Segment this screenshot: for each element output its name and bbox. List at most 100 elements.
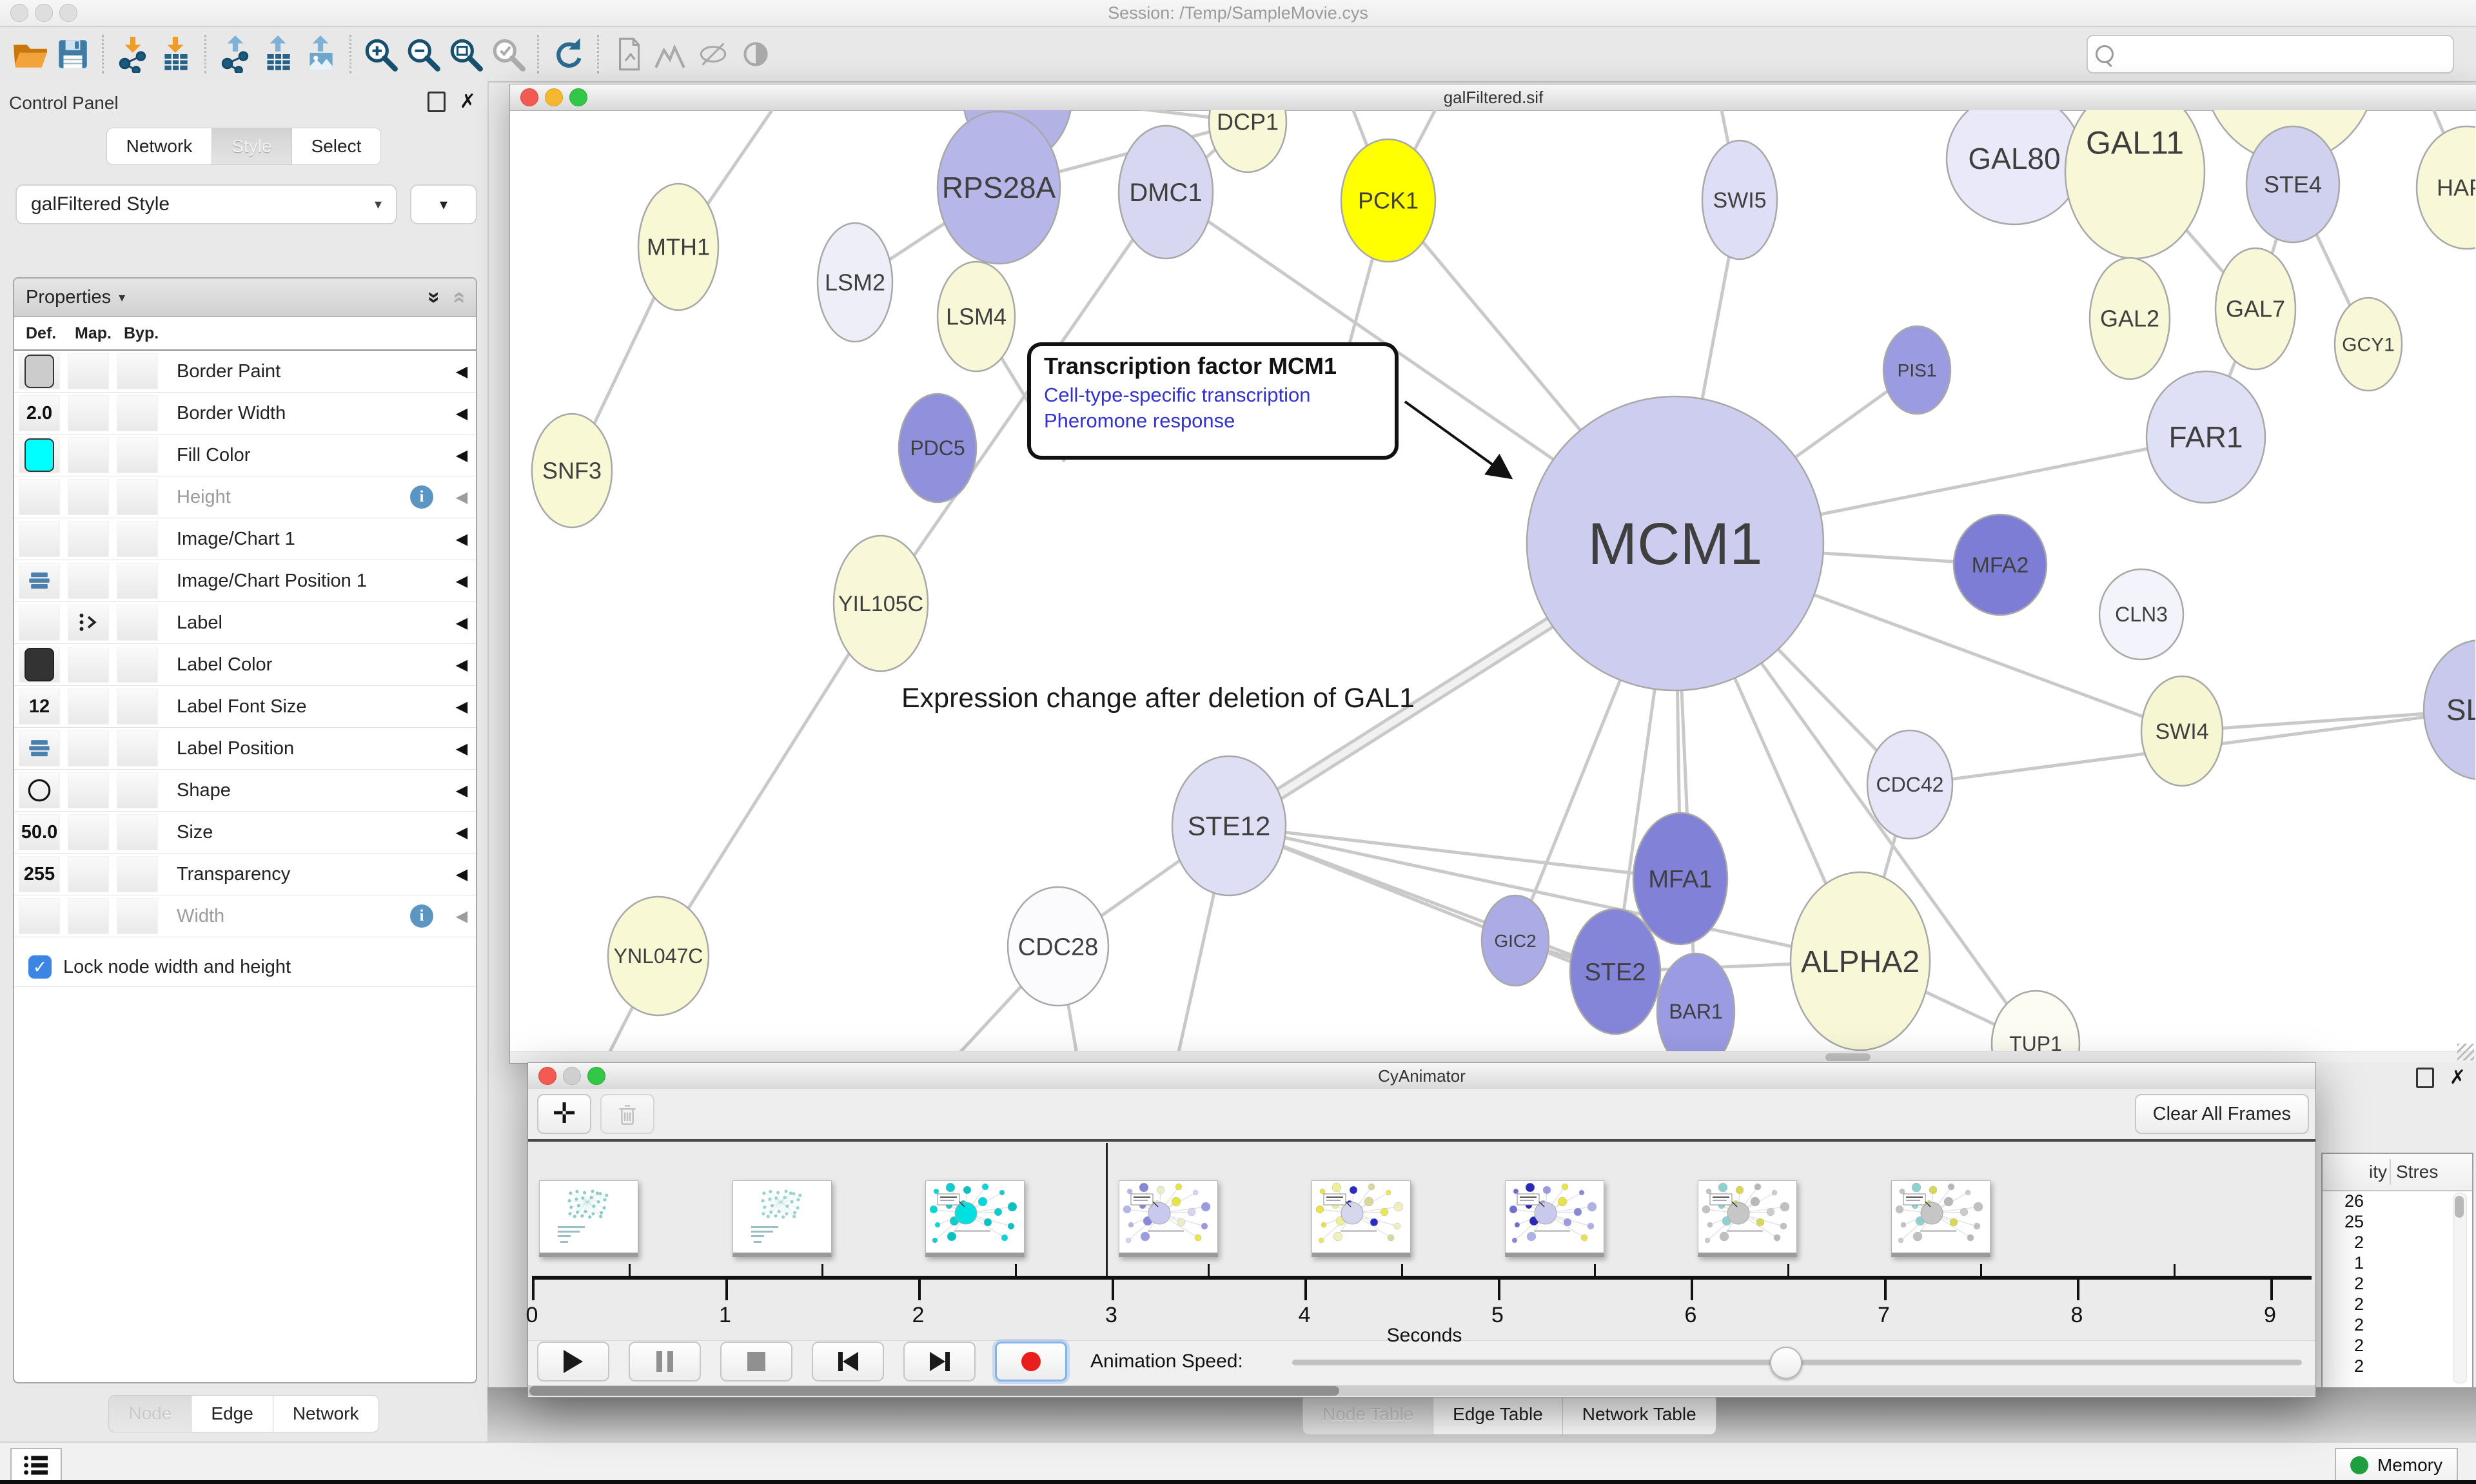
pause-button[interactable] [629,1342,701,1381]
record-button[interactable] [995,1342,1067,1381]
bypass-cell[interactable] [117,353,158,389]
mapping-cell[interactable] [68,395,109,431]
table-cell[interactable]: 2 [2323,1294,2449,1315]
property-row-transparency[interactable]: 255Transparency◀ [14,854,476,895]
tab-network[interactable]: Network [273,1395,379,1432]
bypass-cell[interactable] [117,898,158,934]
property-row-label[interactable]: Label◀ [14,602,476,644]
close-panel-icon[interactable]: ✗ [460,93,476,110]
export-network-button[interactable] [214,33,257,75]
export-image-button[interactable] [299,33,342,75]
hide-details-button[interactable] [692,33,734,75]
delete-frame-button[interactable] [600,1094,654,1134]
mapping-cell[interactable] [68,772,109,808]
default-value-cell[interactable] [19,563,60,599]
property-row-border-width[interactable]: 2.0Border Width◀ [14,393,476,434]
mapping-cell[interactable] [68,605,109,641]
bypass-cell[interactable] [117,772,158,808]
property-row-image-chart-position-1[interactable]: Image/Chart Position 1◀ [14,560,476,602]
default-value-cell[interactable]: 12 [19,688,60,725]
frame-thumbnail-6[interactable] [1698,1180,1797,1257]
mapping-cell[interactable] [68,479,109,515]
tab-style[interactable]: Style [211,128,291,165]
bypass-cell[interactable] [117,730,158,766]
mapping-cell[interactable] [68,563,109,599]
default-value-cell[interactable] [19,521,60,557]
table-cell[interactable]: 2 [2323,1336,2449,1356]
property-row-label-font-size[interactable]: 12Label Font Size◀ [14,686,476,728]
expand-row-icon[interactable]: ◀ [447,907,476,926]
frame-thumbnail-4[interactable] [1312,1180,1411,1257]
zoom-fit-button[interactable] [444,33,487,75]
property-row-label-color[interactable]: Label Color◀ [14,644,476,686]
table-cell[interactable]: 2 [2323,1356,2449,1377]
tab-select[interactable]: Select [291,128,382,165]
frame-thumbnail-1[interactable] [732,1180,832,1257]
zoom-in-button[interactable] [359,33,402,75]
default-value-cell[interactable] [19,605,60,641]
show-details-button[interactable] [734,33,777,75]
play-button[interactable] [537,1342,609,1381]
frame-thumbnail-7[interactable] [1891,1180,1990,1257]
expand-row-icon[interactable]: ◀ [447,446,476,465]
bypass-cell[interactable] [117,856,158,892]
search-all-button[interactable] [649,33,692,75]
bypass-cell[interactable] [117,521,158,557]
mapping-cell[interactable] [68,353,109,389]
node-table-header[interactable]: ity Stres [2323,1154,2472,1191]
mapping-cell[interactable] [68,898,109,934]
mapping-cell[interactable] [68,688,109,725]
table-vscrollbar[interactable] [2453,1193,2467,1383]
bypass-cell[interactable] [117,605,158,641]
tab-edge-table[interactable]: Edge Table [1433,1394,1563,1435]
expand-row-icon[interactable]: ◀ [447,739,476,758]
property-row-fill-color[interactable]: Fill Color◀ [14,434,476,476]
skip-start-button[interactable] [812,1342,884,1381]
frame-thumbnail-3[interactable] [1119,1180,1218,1257]
default-value-cell[interactable]: 50.0 [19,814,60,850]
info-icon[interactable]: i [410,904,433,928]
property-row-image-chart-1[interactable]: Image/Chart 1◀ [14,518,476,560]
style-selector[interactable]: galFiltered Style ▾ [15,184,397,224]
annotation-link[interactable]: Pheromone response [1044,409,1395,433]
bypass-cell[interactable] [117,814,158,850]
edge-yil105c-ynl047c[interactable] [658,603,881,956]
annotation-link[interactable]: Cell-type-specific transcription [1044,384,1395,407]
info-icon[interactable]: i [410,485,433,509]
style-options-button[interactable]: ▾ [410,184,477,224]
default-value-cell[interactable] [19,772,60,808]
expand-all-icon[interactable]: » [422,291,447,304]
open-folder-button[interactable] [9,33,52,75]
cyanimator-timeline[interactable]: Seconds 0123456789 [528,1142,2315,1341]
tab-node[interactable]: Node [108,1395,192,1432]
import-network-button[interactable] [112,33,154,75]
expand-row-icon[interactable]: ◀ [447,698,476,716]
skip-end-button[interactable] [903,1342,976,1381]
properties-header[interactable]: Properties ▾ » » [14,278,476,317]
expand-row-icon[interactable]: ◀ [447,865,476,884]
expand-row-icon[interactable]: ◀ [447,530,476,549]
network-hscrollbar[interactable] [510,1051,2476,1063]
default-value-cell[interactable] [19,479,60,515]
property-row-label-position[interactable]: Label Position◀ [14,728,476,770]
frame-thumbnail-5[interactable] [1505,1180,1604,1257]
bypass-cell[interactable] [117,688,158,725]
bypass-cell[interactable] [117,563,158,599]
search-box[interactable] [2087,35,2454,73]
default-value-cell[interactable] [19,898,60,934]
lock-size-checkbox[interactable]: ✓ [28,955,52,979]
default-value-cell[interactable]: 2.0 [19,395,60,431]
property-row-shape[interactable]: Shape◀ [14,770,476,812]
refresh-button[interactable] [547,33,589,75]
tab-network[interactable]: Network [106,128,213,165]
annotation-box[interactable]: Transcription factor MCM1 Cell-type-spec… [1027,342,1399,460]
expand-row-icon[interactable]: ◀ [447,656,476,674]
cyanimator-titlebar[interactable]: CyAnimator [528,1063,2315,1089]
bypass-cell[interactable] [117,395,158,431]
tab-edge[interactable]: Edge [191,1395,273,1432]
network-canvas[interactable]: RPS28BDCP1RPS28ADMC1PCK1MTH1SWI5GAL80GAL… [510,110,2475,1051]
mapping-cell[interactable] [68,814,109,850]
expand-row-icon[interactable]: ◀ [447,614,476,632]
table-cell[interactable]: 2 [2323,1233,2449,1253]
bypass-cell[interactable] [117,479,158,515]
